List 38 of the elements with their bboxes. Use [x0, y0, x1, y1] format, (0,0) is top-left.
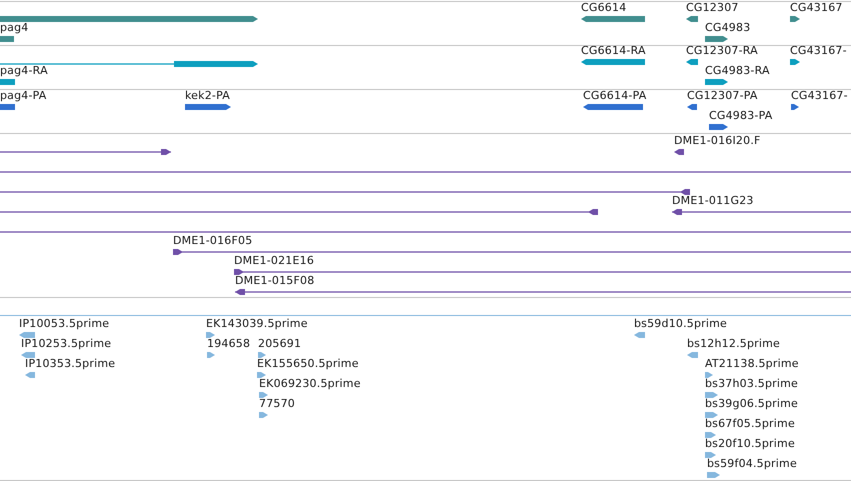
feature-label: 194658 — [207, 337, 250, 351]
feature-label: bs59d10.5prime — [634, 317, 728, 331]
feature-label: CG4983-RA — [705, 64, 770, 78]
feature-label: EK069230.5prime — [259, 377, 361, 391]
feature-label: bs39g06.5prime — [705, 397, 798, 411]
feature-label: bs37h03.5prime — [705, 377, 798, 391]
feature-label: CG6614-PA — [583, 90, 646, 103]
feature-label: AT21138.5prime — [705, 357, 799, 371]
feature-label: CG6614-RA — [581, 46, 646, 58]
feature-label: IP10053.5prime — [19, 317, 110, 331]
feature-label: DME1-015F08 — [235, 274, 314, 288]
feature-label: CG43167 — [790, 2, 843, 15]
feature-label: 205691 — [258, 337, 302, 351]
feature-label: pag4-RA — [0, 64, 48, 78]
feature-label: CG12307 — [686, 2, 739, 15]
feature-label: EK143039.5prime — [206, 317, 308, 331]
feature-label: CG4983 — [705, 21, 750, 35]
feature-label: CG6614 — [581, 2, 626, 15]
feature-label: CG4983-PA — [709, 109, 772, 123]
feature-label: DME1-021E16 — [234, 254, 314, 268]
feature-label: bs67f05.5prime — [705, 417, 795, 431]
feature-label: EK155650.5prime — [257, 357, 359, 371]
feature-label: DME1-016F05 — [173, 234, 252, 248]
feature-label: DME1-016I20.F — [674, 134, 761, 148]
feature-label: CG43167- — [790, 46, 847, 58]
feature-label: DME1-011G23 — [672, 194, 754, 208]
feature-label: IP10253.5prime — [21, 337, 112, 351]
feature-label: bs59f04.5prime — [707, 457, 797, 471]
feature-label: 77570 — [259, 397, 295, 411]
feature-label: bs12h12.5prime — [687, 337, 780, 351]
feature-label: CG43167- — [791, 90, 848, 103]
feature-label: CG12307-RA — [686, 46, 758, 58]
feature-label: pag4 — [0, 21, 29, 35]
feature-label: pag4-PA — [0, 90, 47, 103]
feature-label: IP10353.5prime — [25, 357, 116, 371]
feature-label: bs20f10.5prime — [705, 437, 795, 451]
feature-label: CG12307-PA — [687, 90, 758, 103]
feature-label: kek2-PA — [185, 90, 230, 103]
